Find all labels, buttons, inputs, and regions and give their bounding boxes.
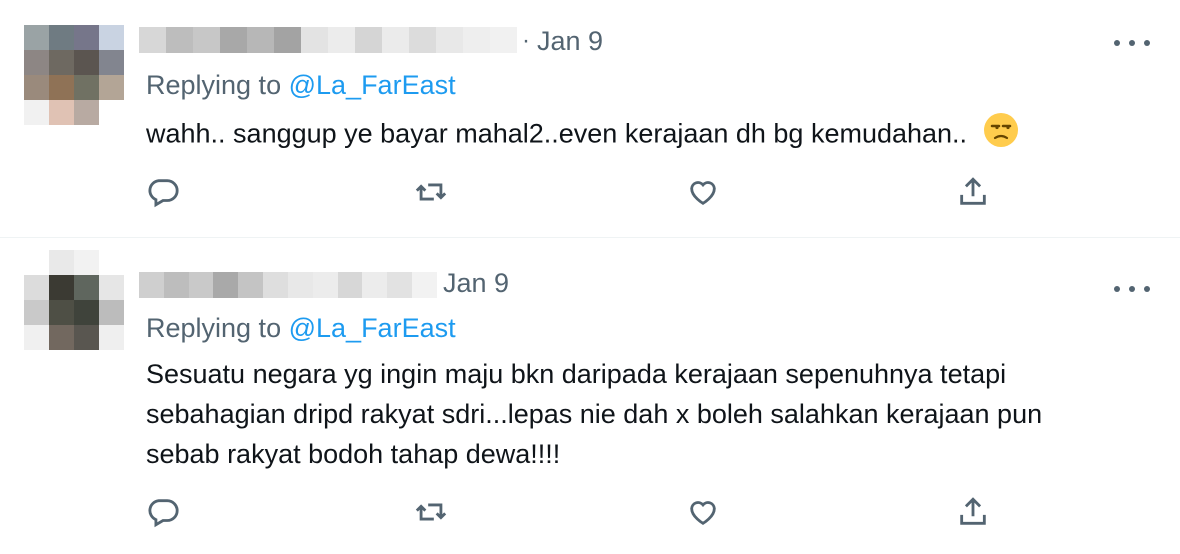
name-pixel (139, 27, 166, 53)
avatar-pixel (74, 275, 99, 300)
blurred-username[interactable] (139, 272, 437, 298)
retweet-icon[interactable] (414, 175, 448, 209)
name-pixel (355, 27, 382, 53)
name-pixel (188, 272, 214, 298)
name-pixel (387, 272, 413, 298)
tweet-reply-1[interactable]: · Jan 9 Replying to @La_FarEast wahh.. s… (0, 0, 1180, 238)
name-pixel (362, 272, 388, 298)
avatar-pixel (24, 75, 49, 100)
share-icon[interactable] (956, 175, 990, 209)
tweet-date[interactable]: Jan 9 (443, 268, 509, 299)
name-pixel (213, 272, 239, 298)
tweet-text: wahh.. sanggup ye bayar mahal2..even ker… (146, 112, 1136, 159)
name-pixel (301, 27, 328, 53)
avatar-pixel (99, 300, 124, 325)
reply-icon[interactable] (146, 175, 180, 209)
name-pixel (312, 272, 338, 298)
name-pixel (274, 27, 301, 53)
avatar-pixel (49, 275, 74, 300)
avatar-pixel (74, 50, 99, 75)
avatar[interactable] (24, 250, 124, 350)
name-pixel (263, 272, 288, 298)
name-pixel (247, 27, 274, 53)
name-pixel (238, 272, 264, 298)
name-pixel (193, 27, 220, 53)
name-pixel (220, 27, 247, 53)
retweet-icon[interactable] (414, 495, 448, 529)
avatar-pixel (74, 100, 99, 125)
replying-to-line: Replying to @La_FarEast (146, 70, 456, 101)
replying-handle-link[interactable]: @La_FarEast (289, 70, 456, 100)
share-icon[interactable] (956, 495, 990, 529)
avatar-pixel (24, 50, 49, 75)
tweet-text: Sesuatu negara yg ingin maju bkn daripad… (146, 354, 1136, 474)
more-options-icon[interactable] (1114, 284, 1150, 294)
unamused-face-icon (983, 112, 1019, 159)
replying-prefix: Replying to (146, 313, 282, 343)
tweet-actions (146, 495, 996, 535)
like-icon[interactable] (686, 175, 720, 209)
avatar-pixel (24, 25, 49, 50)
avatar-pixel (49, 50, 74, 75)
name-pixel (463, 27, 490, 53)
avatar-pixel (99, 50, 124, 75)
avatar-pixel (49, 100, 74, 125)
avatar-pixel (74, 75, 99, 100)
avatar-pixel (74, 25, 99, 50)
avatar-pixel (24, 250, 49, 275)
tweet-text-line: sebab rakyat bodoh tahap dewa!!!! (146, 439, 561, 469)
tweet-actions (146, 175, 996, 215)
tweet-text-content: wahh.. sanggup ye bayar mahal2..even ker… (146, 118, 968, 149)
avatar-pixel (99, 75, 124, 100)
name-pixel (490, 27, 517, 53)
tweet-text-line: Sesuatu negara yg ingin maju bkn daripad… (146, 359, 1007, 389)
reply-icon[interactable] (146, 495, 180, 529)
name-pixel (382, 27, 409, 53)
name-pixel (409, 27, 436, 53)
avatar-pixel (99, 250, 124, 275)
avatar-pixel (74, 325, 99, 350)
avatar[interactable] (24, 25, 124, 125)
avatar-pixel (49, 325, 74, 350)
name-pixel (166, 27, 193, 53)
name-pixel (139, 272, 164, 298)
tweet-text-line: sebahagian dripd rakyat sdri...lepas nie… (146, 399, 1043, 429)
name-pixel (328, 27, 355, 53)
avatar-pixel (74, 250, 99, 275)
avatar-pixel (49, 75, 74, 100)
name-pixel (163, 272, 189, 298)
avatar-pixel (49, 250, 74, 275)
separator-dot: · (522, 27, 530, 54)
avatar-pixel (24, 300, 49, 325)
like-icon[interactable] (686, 495, 720, 529)
name-pixel (436, 27, 463, 53)
replying-to-line: Replying to @La_FarEast (146, 313, 456, 344)
name-pixel (412, 272, 437, 298)
avatar-pixel (49, 25, 74, 50)
avatar-pixel (24, 100, 49, 125)
more-options-icon[interactable] (1114, 38, 1150, 48)
avatar-pixel (74, 300, 99, 325)
replying-handle-link[interactable]: @La_FarEast (289, 313, 456, 343)
avatar-pixel (99, 25, 124, 50)
avatar-pixel (99, 325, 124, 350)
avatar-pixel (49, 300, 74, 325)
avatar-pixel (24, 325, 49, 350)
name-pixel (287, 272, 313, 298)
name-pixel (337, 272, 363, 298)
avatar-pixel (99, 275, 124, 300)
avatar-pixel (99, 100, 124, 125)
blurred-username[interactable] (139, 27, 517, 53)
tweet-date[interactable]: Jan 9 (537, 26, 603, 57)
tweet-reply-2[interactable]: Jan 9 Replying to @La_FarEast Sesuatu ne… (0, 238, 1180, 554)
replying-prefix: Replying to (146, 70, 282, 100)
avatar-pixel (24, 275, 49, 300)
